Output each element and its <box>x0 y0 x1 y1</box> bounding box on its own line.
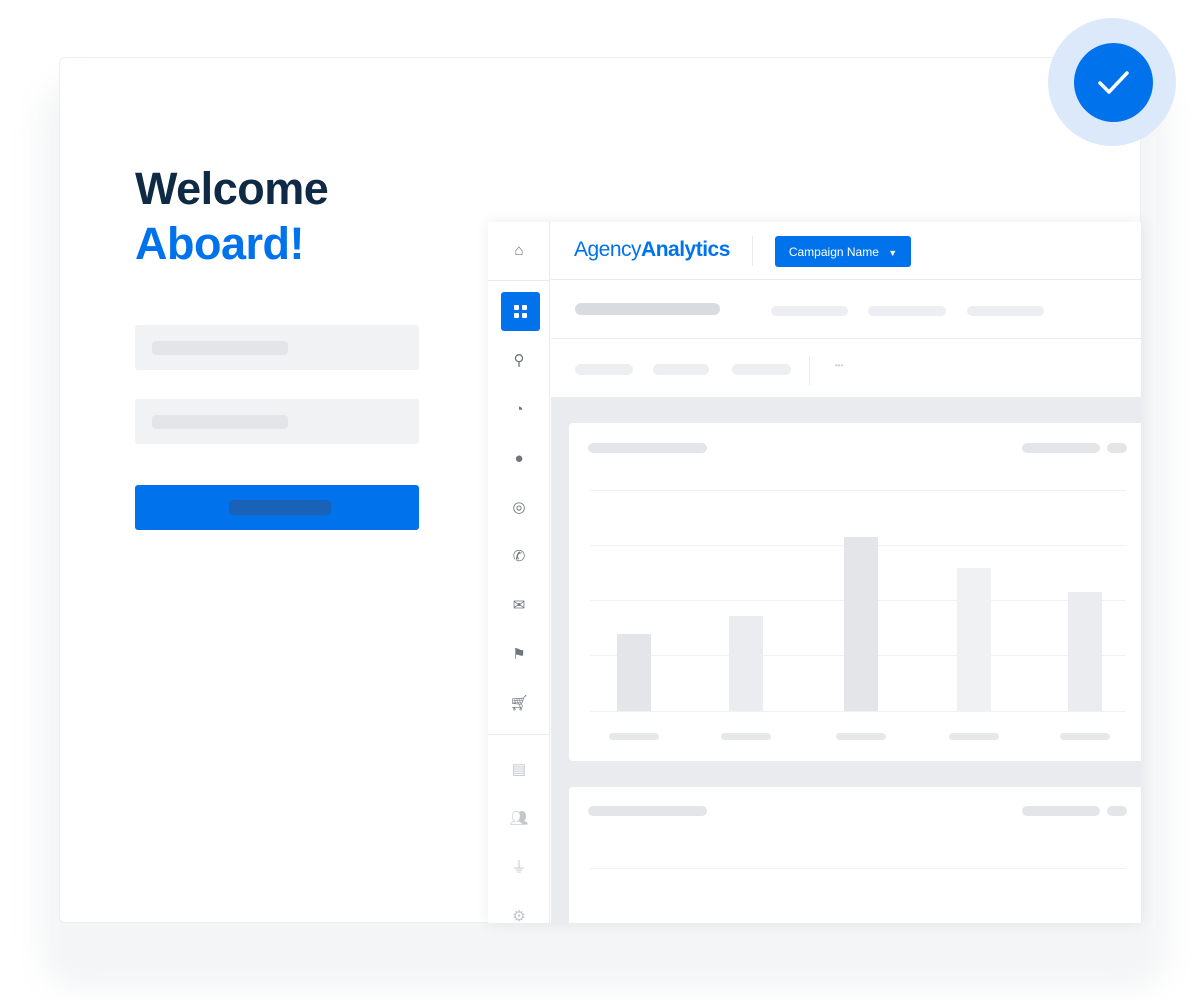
line-chart-panel <box>569 787 1141 923</box>
pie-chart-icon[interactable]: ◔ <box>507 398 531 422</box>
bar-chart-panel <box>569 423 1141 761</box>
content-area <box>551 397 1141 923</box>
top-header: AgencyAnalytics Campaign Name ▼ <box>551 222 1141 280</box>
chart-bar <box>1068 592 1102 711</box>
checkmark-icon <box>1074 43 1153 122</box>
target-icon[interactable]: ◎ <box>507 496 531 520</box>
sidebar: ⌂ ⚲ ◔ ● ◎ ✆ ✉ ⚑ 🛒︎ ▤ 👥︎ ⏚ ⚙ <box>488 222 550 923</box>
chart-bar <box>729 616 763 711</box>
chart-bar <box>844 537 878 711</box>
subnav-tab[interactable] <box>732 364 791 375</box>
x-label-placeholder <box>949 733 999 740</box>
dashboard-nav-active[interactable] <box>501 292 540 331</box>
dashboard-preview: ⌂ ⚲ ◔ ● ◎ ✆ ✉ ⚑ 🛒︎ ▤ 👥︎ ⏚ ⚙ AgencyAnalyt… <box>488 222 1141 923</box>
subnav-tab[interactable] <box>653 364 709 375</box>
logo: AgencyAnalytics <box>574 238 730 261</box>
home-icon[interactable]: ⌂ <box>507 239 531 263</box>
mail-icon[interactable]: ✉ <box>507 594 531 618</box>
plug-icon[interactable]: ⏚ <box>507 856 531 880</box>
x-label-placeholder <box>1060 733 1110 740</box>
more-icon[interactable]: ••• <box>835 361 843 370</box>
cart-icon[interactable]: 🛒︎ <box>507 692 531 716</box>
submit-button[interactable] <box>135 485 419 530</box>
map-pin-icon[interactable]: ⚑ <box>507 643 531 667</box>
gridline <box>589 490 1126 491</box>
success-badge <box>1048 18 1176 146</box>
gridline <box>589 711 1126 712</box>
gear-icon[interactable]: ⚙ <box>507 905 531 923</box>
title-bar <box>551 281 1141 339</box>
x-label-placeholder <box>836 733 886 740</box>
caret-down-icon: ▼ <box>888 247 898 258</box>
subnav-tab[interactable] <box>575 364 633 375</box>
users-icon[interactable]: 👥︎ <box>507 807 531 831</box>
report-icon[interactable]: ▤ <box>507 758 531 782</box>
chart-bar <box>617 634 651 711</box>
dashboard-icon <box>514 305 527 318</box>
campaign-dropdown[interactable]: Campaign Name ▼ <box>775 236 911 267</box>
x-label-placeholder <box>721 733 771 740</box>
welcome-heading-accent: Aboard! <box>135 218 305 269</box>
form-field-2[interactable] <box>135 399 419 444</box>
form-field-1[interactable] <box>135 325 419 370</box>
chart-bar <box>957 568 991 711</box>
search-icon[interactable]: ⚲ <box>507 349 531 373</box>
chat-icon[interactable]: ● <box>507 447 531 471</box>
sub-nav: ••• <box>551 340 1141 397</box>
welcome-heading: Welcome <box>135 163 329 214</box>
phone-icon[interactable]: ✆ <box>507 545 531 569</box>
x-label-placeholder <box>609 733 659 740</box>
